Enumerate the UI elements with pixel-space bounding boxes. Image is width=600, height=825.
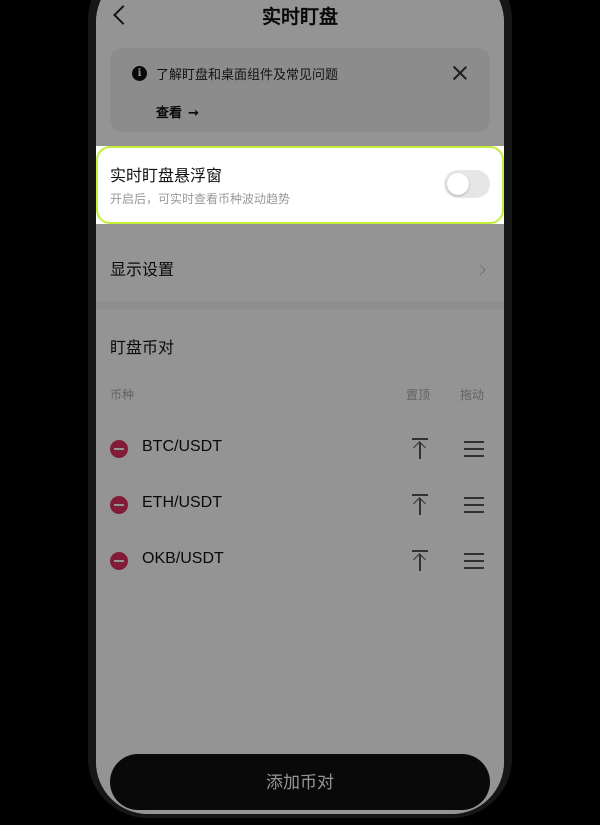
arrow-right-icon: →: [188, 106, 199, 121]
chevron-right-icon: [474, 264, 486, 276]
view-link[interactable]: 查看 →: [156, 102, 199, 121]
display-settings-label: 显示设置: [110, 260, 175, 279]
drag-handle-icon[interactable]: [464, 441, 484, 457]
drag-handle-icon[interactable]: [464, 553, 484, 569]
top-bar: 实时盯盘: [96, 0, 504, 40]
drag-handle-icon[interactable]: [464, 497, 484, 513]
floating-window-row: 实时盯盘悬浮窗 开启后，可实时查看币种波动趋势: [96, 146, 504, 224]
display-settings-row[interactable]: 显示设置: [96, 238, 504, 302]
pin-top-icon[interactable]: [410, 550, 430, 572]
stage: 实时盯盘 i 了解盯盘和桌面组件及常见问题 查看 → 显示设置 盯盘币对 币种 置…: [0, 0, 600, 825]
remove-icon[interactable]: [110, 440, 128, 458]
column-header-drag: 拖动: [460, 388, 485, 402]
pair-name: BTC/USDT: [142, 438, 222, 455]
section-divider: [96, 302, 504, 310]
page-title: 实时盯盘: [261, 6, 338, 28]
floating-window-title: 实时盯盘悬浮窗: [110, 166, 223, 185]
remove-icon[interactable]: [110, 552, 128, 570]
pair-row: BTC/USDT: [96, 424, 504, 474]
remove-icon[interactable]: [110, 496, 128, 514]
pin-top-icon[interactable]: [410, 438, 430, 460]
pair-row: OKB/USDT: [96, 536, 504, 586]
info-icon: i: [132, 66, 147, 81]
add-pair-button[interactable]: 添加币对: [110, 754, 490, 810]
floating-window-subtitle: 开启后，可实时查看币种波动趋势: [110, 192, 291, 206]
column-header-coin: 币种: [110, 388, 135, 402]
pair-row: ETH/USDT: [96, 480, 504, 530]
pair-name: ETH/USDT: [142, 494, 222, 511]
toggle-knob: [447, 173, 469, 195]
pair-name: OKB/USDT: [142, 550, 224, 567]
pairs-section-title: 盯盘币对: [110, 338, 175, 357]
floating-window-toggle[interactable]: [444, 170, 490, 198]
column-header-pin-top: 置顶: [406, 388, 431, 402]
close-icon[interactable]: [452, 65, 468, 81]
view-link-label: 查看: [156, 106, 183, 121]
info-card: i 了解盯盘和桌面组件及常见问题 查看 →: [110, 48, 490, 132]
pin-top-icon[interactable]: [410, 494, 430, 516]
phone-screen: 实时盯盘 i 了解盯盘和桌面组件及常见问题 查看 → 显示设置 盯盘币对 币种 置…: [96, 0, 504, 814]
info-text: 了解盯盘和桌面组件及常见问题: [156, 68, 339, 83]
